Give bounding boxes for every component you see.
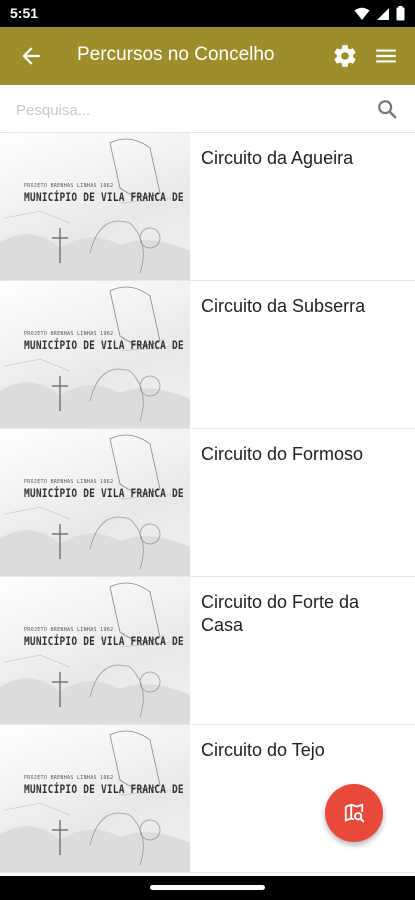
system-nav-bar: [0, 876, 415, 900]
route-item[interactable]: PROJETO BRENHAS LINHAS 1962 MUNICÍPIO DE…: [0, 133, 415, 281]
arrow-back-icon[interactable]: [18, 43, 44, 69]
route-thumbnail: PROJETO BRENHAS LINHAS 1962 MUNICÍPIO DE…: [0, 281, 190, 428]
wifi-icon: [354, 7, 370, 20]
route-thumbnail: PROJETO BRENHAS LINHAS 1962 MUNICÍPIO DE…: [0, 429, 190, 576]
thumbnail-caption: MUNICÍPIO DE VILA FRANCA DE XIRA: [24, 487, 190, 501]
home-gesture-handle[interactable]: [150, 885, 265, 890]
route-item[interactable]: PROJETO BRENHAS LINHAS 1962 MUNICÍPIO DE…: [0, 429, 415, 577]
route-list: PROJETO BRENHAS LINHAS 1962 MUNICÍPIO DE…: [0, 133, 415, 876]
route-name: Circuito da Subserra: [201, 296, 366, 316]
status-icons: [354, 6, 405, 21]
thumbnail-caption: MUNICÍPIO DE VILA FRANCA DE XIRA: [24, 191, 190, 205]
thumbnail-caption-small: PROJETO BRENHAS LINHAS 1962: [24, 627, 114, 633]
thumbnail-caption: MUNICÍPIO DE VILA FRANCA DE XIRA: [24, 339, 190, 353]
status-bar: 5:51: [0, 0, 415, 27]
route-item[interactable]: PROJETO BRENHAS LINHAS 1962 MUNICÍPIO DE…: [0, 281, 415, 429]
route-name: Circuito do Tejo: [201, 740, 325, 760]
thumbnail-caption: MUNICÍPIO DE VILA FRANCA DE XIRA: [24, 783, 190, 797]
thumbnail-caption-small: PROJETO BRENHAS LINHAS 1962: [24, 331, 114, 337]
search-icon[interactable]: [376, 98, 398, 120]
map-fab-button[interactable]: [325, 784, 383, 842]
gear-icon[interactable]: [332, 43, 358, 69]
thumbnail-caption: MUNICÍPIO DE VILA FRANCA DE XIRA: [24, 635, 190, 649]
thumbnail-caption-small: PROJETO BRENHAS LINHAS 1962: [24, 183, 114, 189]
search-input[interactable]: [14, 95, 368, 125]
route-thumbnail: PROJETO BRENHAS LINHAS 1962 MUNICÍPIO DE…: [0, 725, 190, 872]
route-name: Circuito do Forte da Casa: [201, 592, 360, 635]
search-bar: [0, 85, 415, 133]
route-thumbnail: PROJETO BRENHAS LINHAS 1962 MUNICÍPIO DE…: [0, 133, 190, 280]
app-bar: Percursos no Concelho: [0, 27, 415, 85]
route-name: Circuito do Formoso: [201, 444, 364, 464]
thumbnail-caption-small: PROJETO BRENHAS LINHAS 1962: [24, 479, 114, 485]
route-item[interactable]: PROJETO BRENHAS LINHAS 1962 MUNICÍPIO DE…: [0, 577, 415, 725]
battery-icon: [396, 6, 405, 21]
route-thumbnail: PROJETO BRENHAS LINHAS 1962 MUNICÍPIO DE…: [0, 577, 190, 724]
status-time: 5:51: [10, 5, 39, 21]
route-name: Circuito da Agueira: [201, 148, 354, 168]
signal-icon: [377, 7, 389, 20]
thumbnail-caption-small: PROJETO BRENHAS LINHAS 1962: [24, 775, 114, 781]
page-title: Percursos no Concelho: [77, 44, 275, 65]
map-search-icon: [344, 803, 365, 823]
hamburger-menu-icon[interactable]: [373, 43, 399, 69]
